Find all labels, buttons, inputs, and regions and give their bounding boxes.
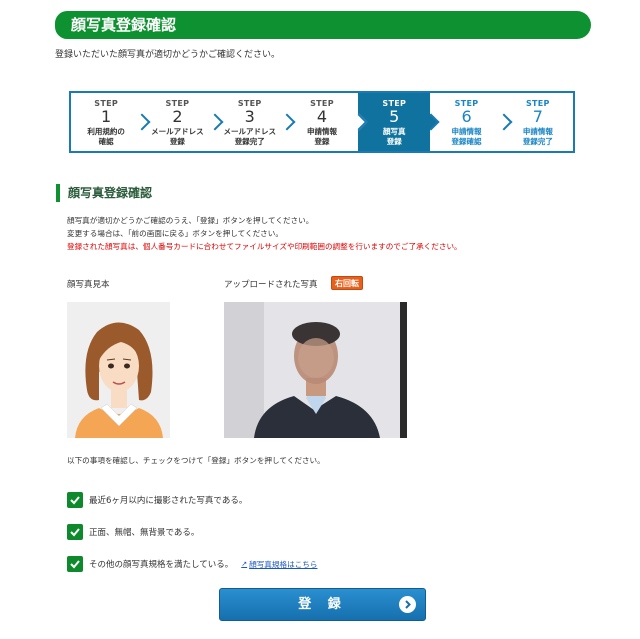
check-row-standard[interactable]: その他の顔写真規格を満たしている。 ↗ 顔写真規格はこちら [67,556,317,572]
step-number: 2 [172,107,183,126]
arrow-right-circle-icon [399,596,416,613]
warning-text: 登録された顔写真は、個人番号カードに合わせてファイルサイズや印刷範囲の調整を行い… [67,242,462,251]
step-name: 申請情報 登録 [306,127,337,146]
sample-photo [67,302,170,438]
step-number: 7 [532,107,543,126]
check-row-recent[interactable]: 最近6ヶ月以内に撮影された写真である。 [67,492,247,508]
step-7: STEP 7 申請情報 登録完了 [502,91,575,153]
intro-text: 登録いただいた顔写真が適切かどうかご確認ください。 [55,50,281,60]
check-row-front[interactable]: 正面、無帽、無背景である。 [67,524,199,540]
checkbox-front[interactable] [67,524,83,540]
register-button-label: 登 録 [298,597,347,612]
checkmark-icon [70,560,80,569]
step-number: 5 [389,107,400,126]
step-3: STEP 3 メールアドレス 登録完了 [213,91,296,153]
description: 顔写真が適切かどうかご確認のうえ、「登録」ボタンを押してください。 変更する場合… [67,214,462,253]
step-name: メールアドレス 登録完了 [223,127,276,146]
uploaded-photo [224,302,407,438]
sample-person-illustration [67,302,170,438]
description-line: 顔写真が適切かどうかご確認のうえ、「登録」ボタンを押してください。 [67,216,314,225]
step-name: 申請情報 登録完了 [522,127,553,146]
checkbox-standard[interactable] [67,556,83,572]
step-name: メールアドレス 登録 [151,127,204,146]
step-2: STEP 2 メールアドレス 登録 [141,91,224,153]
step-name: 申請情報 登録確認 [451,127,482,146]
external-link-icon: ↗ [241,560,248,568]
rotate-right-button[interactable]: 右回転 [331,276,363,290]
page-title: 顔写真登録確認 [71,16,177,34]
step-6: STEP 6 申請情報 登録確認 [430,91,513,153]
step-5: STEP 5 顔写真 登録 [358,91,440,153]
check-label: その他の顔写真規格を満たしている。 [89,560,234,570]
section-title: 顔写真登録確認 [56,184,152,202]
step-number: 6 [461,107,472,126]
description-line: 変更する場合は、「前の画面に戻る」ボタンを押してください。 [67,229,283,238]
register-button[interactable]: 登 録 [219,588,426,621]
photo-standard-link-text[interactable]: 顔写真規格はこちら [249,559,317,570]
step-name: 利用規約の 確認 [87,127,125,146]
header-bar: 顔写真登録確認 [55,11,591,39]
checkmark-icon [70,496,80,505]
uploaded-person-photo [224,302,407,438]
checkmark-icon [70,528,80,537]
check-label: 正面、無帽、無背景である。 [89,528,200,538]
photo-standard-link[interactable]: ↗ 顔写真規格はこちら [241,559,317,570]
step-name: 顔写真 登録 [383,127,406,146]
check-label: 最近6ヶ月以内に撮影された写真である。 [89,496,248,506]
uploaded-photo-label: アップロードされた写真 [224,280,318,290]
step-progress: STEP 1 利用規約の 確認 STEP 2 メールアドレス 登録 STEP 3… [69,91,575,153]
step-4: STEP 4 申請情報 登録 [285,91,368,153]
step-number: 3 [244,107,255,126]
step-number: 1 [101,107,112,126]
confirm-instructions: 以下の事項を確認し、チェックをつけて「登録」ボタンを押してください。 [67,456,325,465]
sample-photo-label: 顔写真見本 [67,280,110,290]
step-number: 4 [316,107,328,126]
step-1: STEP 1 利用規約の 確認 [69,91,151,153]
checkbox-recent[interactable] [67,492,83,508]
